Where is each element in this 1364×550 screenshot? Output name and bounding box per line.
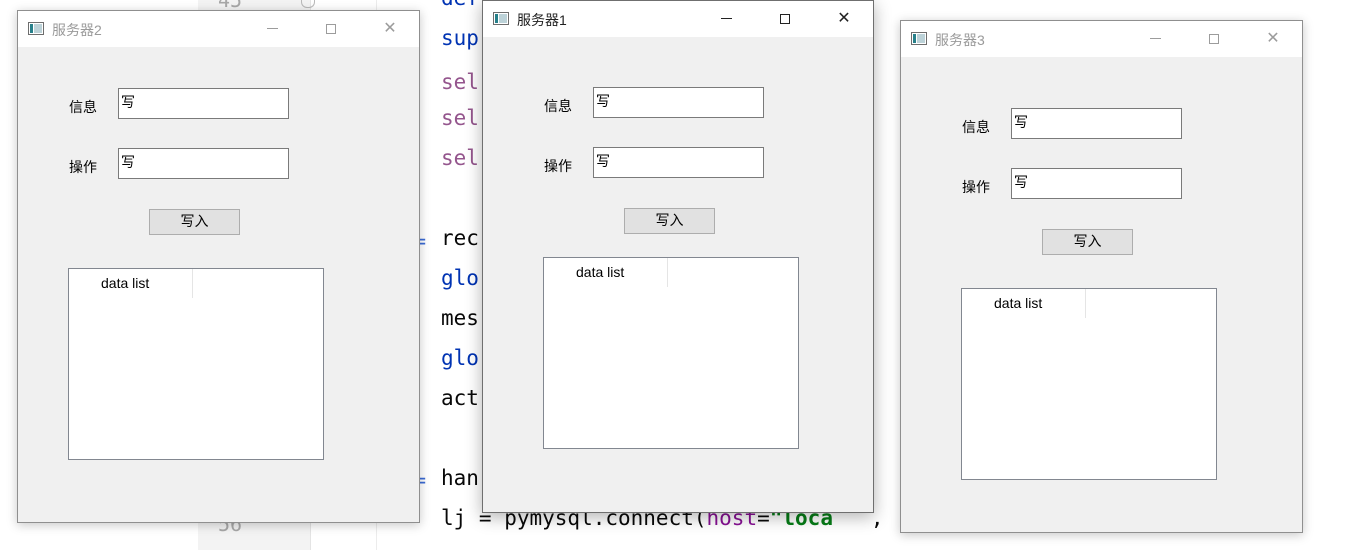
close-icon: ✕ (1266, 28, 1280, 47)
title-bar[interactable]: 服务器1 ✕ (483, 1, 873, 37)
action-input[interactable]: 写 (1011, 168, 1182, 199)
maximize-button[interactable] (1185, 21, 1243, 57)
code-token: sup (441, 26, 479, 50)
code-token: mes (441, 306, 479, 330)
code-token: han (441, 466, 479, 490)
list-column-header[interactable]: data list (69, 269, 193, 298)
write-button[interactable]: 写入 (149, 209, 240, 235)
info-label: 信息 (544, 99, 572, 115)
list-column-header[interactable]: data list (544, 258, 668, 287)
close-button[interactable]: ✕ (1244, 21, 1302, 57)
minimize-icon (1149, 38, 1161, 39)
code-token: sel (441, 70, 479, 94)
app-window-icon (28, 22, 44, 35)
info-label: 信息 (962, 120, 990, 136)
title-bar[interactable]: 服务器3 ✕ (901, 21, 1302, 57)
action-label: 操作 (544, 159, 572, 175)
code-token: sel (441, 146, 479, 170)
window-server3[interactable]: 服务器3 ✕ 信息 写 操作 写 写入 data list (900, 20, 1303, 533)
maximize-button[interactable] (756, 1, 814, 37)
window-server1[interactable]: 服务器1 ✕ 信息 写 操作 写 写入 data list (482, 0, 874, 513)
info-input[interactable]: 写 (593, 87, 764, 118)
minimize-button[interactable] (243, 11, 301, 47)
app-window-icon (493, 12, 509, 25)
code-line: glo (441, 266, 479, 290)
info-label: 信息 (69, 100, 97, 116)
action-input[interactable]: 写 (593, 147, 764, 178)
app-window-icon (911, 32, 927, 45)
code-token: def (441, 0, 479, 10)
action-label: 操作 (962, 180, 990, 196)
code-token: glo (441, 346, 479, 370)
maximize-icon (326, 23, 336, 34)
code-line: rec (441, 226, 479, 250)
data-list[interactable]: data list (543, 257, 799, 449)
window-title: 服务器2 (52, 22, 102, 38)
fold-icon[interactable] (301, 0, 315, 8)
maximize-icon (1209, 33, 1219, 44)
list-column-header[interactable]: data list (962, 289, 1086, 318)
write-button[interactable]: 写入 (624, 208, 715, 234)
action-label: 操作 (69, 160, 97, 176)
minimize-button[interactable] (1126, 21, 1184, 57)
code-token: glo (441, 266, 479, 290)
window-title: 服务器3 (935, 32, 985, 48)
code-token: act (441, 386, 479, 410)
close-icon: ✕ (383, 18, 397, 37)
minimize-icon (720, 18, 732, 19)
write-button[interactable]: 写入 (1042, 229, 1133, 255)
action-input[interactable]: 写 (118, 148, 289, 179)
minimize-icon (266, 28, 278, 29)
code-token: rec (441, 226, 479, 250)
window-server2[interactable]: 服务器2 ✕ 信息 写 操作 写 写入 data list (17, 10, 420, 523)
close-icon: ✕ (837, 8, 851, 27)
maximize-button[interactable] (302, 11, 360, 47)
data-list[interactable]: data list (68, 268, 324, 460)
window-title: 服务器1 (517, 12, 567, 28)
close-button[interactable]: ✕ (361, 11, 419, 47)
info-input[interactable]: 写 (118, 88, 289, 119)
minimize-button[interactable] (697, 1, 755, 37)
code-line: han (441, 466, 479, 490)
code-line: glo (441, 346, 479, 370)
info-input[interactable]: 写 (1011, 108, 1182, 139)
close-button[interactable]: ✕ (815, 1, 873, 37)
code-token: sel (441, 106, 479, 130)
maximize-icon (780, 13, 790, 24)
title-bar[interactable]: 服务器2 ✕ (18, 11, 419, 47)
data-list[interactable]: data list (961, 288, 1217, 480)
